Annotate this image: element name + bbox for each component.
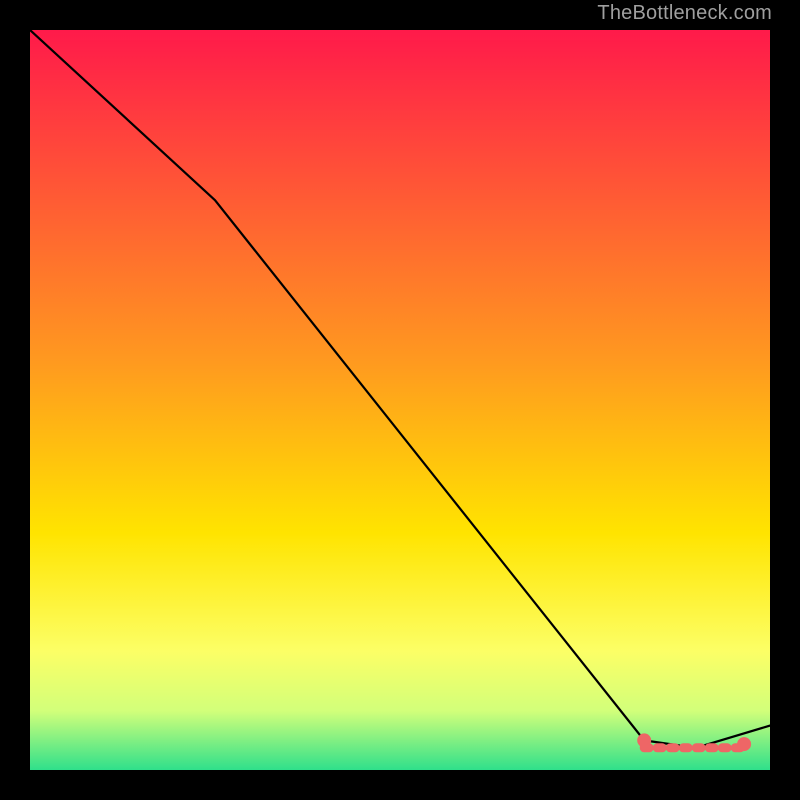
- chart-plot-area: [30, 30, 770, 770]
- chart-container: TheBottleneck.com: [0, 0, 800, 800]
- marker-end: [737, 737, 751, 751]
- attribution-text: TheBottleneck.com: [597, 2, 772, 25]
- marker-start: [637, 733, 651, 747]
- chart-svg: [30, 30, 770, 770]
- chart-background-gradient: [30, 30, 770, 770]
